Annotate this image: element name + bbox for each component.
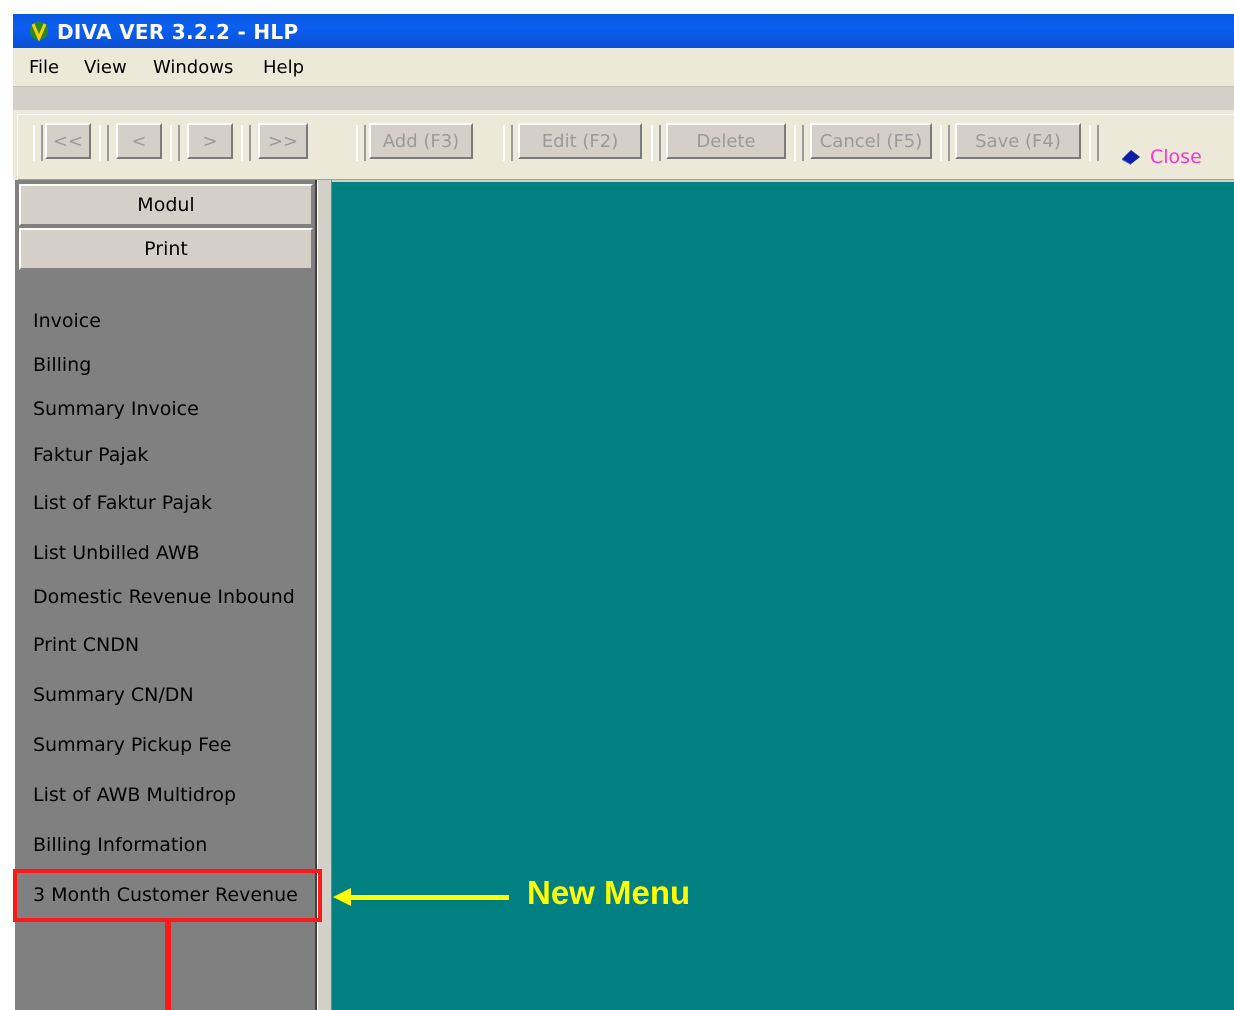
menu-file[interactable]: File: [29, 57, 59, 78]
close-label: Close: [1150, 146, 1202, 168]
toolbar-grip: [1089, 125, 1099, 161]
toolbar-grip: [356, 125, 366, 161]
previous-record-button[interactable]: <: [116, 123, 162, 159]
toolbar-grip: [241, 125, 251, 161]
sidebar-item-billing[interactable]: Billing: [33, 354, 91, 376]
toolbar-grip: [170, 125, 180, 161]
menu-help[interactable]: Help: [263, 57, 304, 78]
new-menu-annotation: New Menu: [527, 874, 691, 911]
sidebar-item-invoice[interactable]: Invoice: [33, 310, 101, 332]
edit-button[interactable]: Edit (F2): [518, 123, 642, 159]
next-record-button[interactable]: >: [187, 123, 233, 159]
window-title: DIVA VER 3.2.2 - HLP: [57, 20, 299, 44]
sidebar-item-list-faktur-pajak[interactable]: List of Faktur Pajak: [33, 492, 212, 514]
modul-header-button[interactable]: Modul: [19, 184, 313, 226]
toolbar-grip: [503, 125, 513, 161]
print-header-button[interactable]: Print: [19, 228, 313, 270]
delete-button[interactable]: Delete: [666, 123, 786, 159]
toolbar-grip: [794, 125, 804, 161]
toolbar-grip: [33, 125, 43, 161]
menu-bar: File View Windows Help: [13, 48, 1234, 87]
sidebar-item-list-unbilled-awb[interactable]: List Unbilled AWB: [33, 542, 200, 564]
main-workspace: [332, 182, 1234, 1010]
sidebar-item-summary-pickup-fee[interactable]: Summary Pickup Fee: [33, 734, 231, 756]
close-button[interactable]: Close: [1120, 142, 1202, 172]
toolbar-grip: [99, 125, 109, 161]
title-bar[interactable]: DIVA VER 3.2.2 - HLP: [13, 14, 1234, 48]
last-record-button[interactable]: >>: [258, 123, 308, 159]
first-record-button[interactable]: <<: [45, 123, 91, 159]
sidebar-item-summary-invoice[interactable]: Summary Invoice: [33, 398, 199, 420]
annotation-arrow-line: [349, 895, 509, 900]
save-button[interactable]: Save (F4): [955, 123, 1081, 159]
eraser-icon: [1122, 150, 1140, 165]
sidebar-item-list-awb-multidrop[interactable]: List of AWB Multidrop: [33, 784, 236, 806]
sidebar-item-billing-information[interactable]: Billing Information: [33, 834, 207, 856]
toolbar-grip: [940, 125, 950, 161]
sidebar-item-summary-cndn[interactable]: Summary CN/DN: [33, 684, 194, 706]
toolbar: << < > >> Add (F3) Edit (F2) Delete Canc…: [13, 110, 1234, 180]
add-button[interactable]: Add (F3): [369, 123, 473, 159]
sidebar-item-domestic-revenue-inbound[interactable]: Domestic Revenue Inbound: [33, 586, 295, 608]
app-logo-icon: [30, 22, 48, 42]
menu-view[interactable]: View: [84, 57, 127, 78]
sidebar-item-print-cndn[interactable]: Print CNDN: [33, 634, 139, 656]
cancel-button[interactable]: Cancel (F5): [810, 123, 932, 159]
toolbar-grip: [651, 125, 661, 161]
menu-windows[interactable]: Windows: [153, 57, 233, 78]
sidebar-item-faktur-pajak[interactable]: Faktur Pajak: [33, 444, 148, 466]
highlight-connector-line: [165, 920, 171, 1010]
new-menu-highlight-box: [13, 869, 322, 922]
